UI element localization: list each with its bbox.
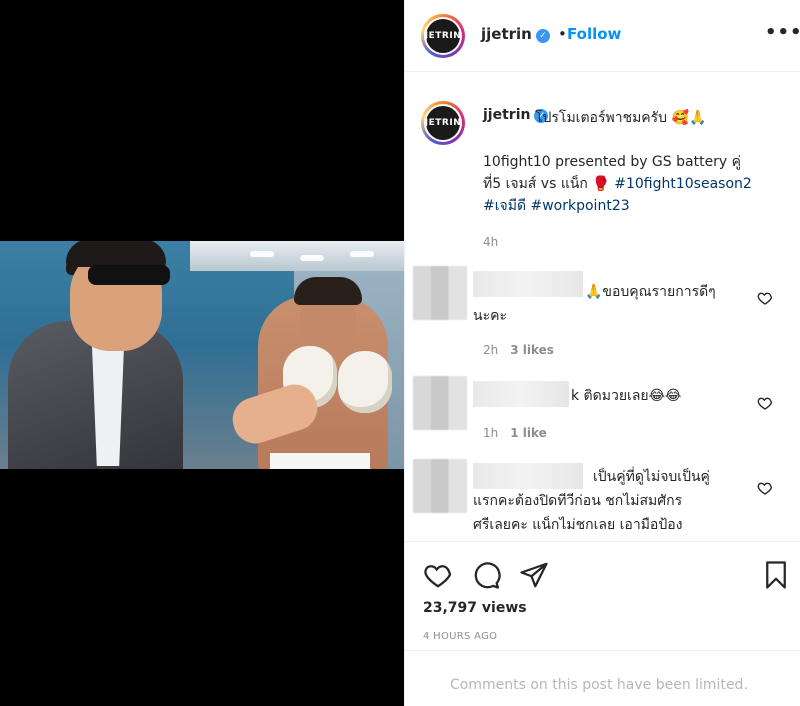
caption-line: #เจมีดี #workpoint23	[483, 195, 783, 217]
comment-text: แรกคะต้องปิดทีวีก่อน ชกไม่สมศักร	[473, 493, 683, 509]
post-media	[0, 0, 404, 706]
video-scene-light	[350, 251, 374, 257]
video-scene-light	[250, 251, 274, 257]
comment-avatar[interactable]	[413, 376, 467, 430]
comment-likes[interactable]: 3 likes	[510, 343, 554, 357]
comment-time[interactable]: 2h	[483, 343, 498, 357]
comment-avatar[interactable]	[413, 266, 467, 320]
caption-avatar[interactable]: JETRIN	[421, 101, 465, 145]
comment-icon[interactable]	[471, 560, 501, 590]
caption-text: ที่5 เจมส์ vs แน็ก 🥊	[483, 176, 615, 192]
separator-dot: •	[558, 25, 567, 43]
hashtag-link[interactable]: #10fight10season2	[614, 176, 752, 192]
post-header: JETRIN jjetrin ✓ • Follow •••	[405, 0, 800, 72]
comment-username-blurred[interactable]	[473, 463, 583, 489]
hashtag-link[interactable]: #workpoint23	[531, 198, 630, 214]
video-scene-boxer-hair	[294, 277, 362, 305]
post-timestamp[interactable]: 4 HOURS AGO	[423, 631, 497, 642]
header-username[interactable]: jjetrin ✓	[481, 25, 550, 43]
video-scene-glove	[338, 351, 392, 413]
video-scene-sunglasses	[88, 265, 170, 285]
comment-text: นะคะ	[473, 308, 507, 324]
caption-headline: โปรโมเตอร์พาชมครับ 🥰🙏	[535, 110, 707, 126]
comment-meta: 1h 1 like	[483, 426, 547, 440]
hashtag-link[interactable]: #เจมีดี	[483, 198, 526, 214]
comment-avatar[interactable]	[413, 459, 467, 513]
follow-button[interactable]: Follow	[567, 25, 621, 43]
heart-icon[interactable]	[423, 560, 453, 590]
bookmark-icon[interactable]	[761, 560, 791, 590]
comment-heart-icon[interactable]	[757, 290, 773, 306]
video-scene-trunks	[270, 453, 370, 469]
video-player[interactable]	[0, 241, 404, 469]
post-actions: 23,797 views 4 HOURS AGO Comments on thi…	[405, 541, 800, 706]
comment-heart-icon[interactable]	[757, 480, 773, 496]
comment-username-blurred[interactable]	[473, 271, 583, 297]
comment-text: 🙏ขอบคุณรายการดีๆ	[585, 284, 716, 300]
comment-meta: 2h 3 likes	[483, 343, 554, 357]
caption-username-text[interactable]: jjetrin	[483, 107, 530, 123]
avatar-logo: JETRIN	[425, 106, 461, 140]
caption-line: 10fight10 presented by GS battery คู่	[483, 154, 742, 170]
views-count[interactable]: 23,797 views	[423, 600, 527, 616]
verified-badge-icon: ✓	[535, 29, 550, 43]
more-options-icon[interactable]: •••	[765, 22, 800, 43]
caption-timestamp[interactable]: 4h	[483, 235, 498, 249]
avatar[interactable]: JETRIN	[421, 14, 465, 58]
comment-time[interactable]: 1h	[483, 426, 498, 440]
username-text[interactable]: jjetrin	[481, 25, 532, 43]
video-scene-man-hair-top	[66, 241, 166, 267]
post-sidebar: JETRIN jjetrin ✓ • Follow ••• JETRIN jjet…	[404, 0, 800, 706]
comment-likes[interactable]: 1 like	[510, 426, 547, 440]
comment-text: เป็นคู่ที่ดูไม่จบเป็นคู่	[593, 469, 710, 485]
comments-limited-notice: Comments on this post have been limited.	[405, 650, 800, 706]
caption-line: ที่5 เจมส์ vs แน็ก 🥊 #10fight10season2	[483, 173, 783, 195]
comments-list[interactable]: JETRIN jjetrin ✓ โปรโมเตอร์พาชมครับ 🥰🙏 10…	[405, 73, 800, 541]
caption-body: 10fight10 presented by GS battery คู่ ที…	[483, 151, 783, 217]
comment-username-blurred[interactable]	[473, 381, 569, 407]
share-icon[interactable]	[519, 560, 549, 590]
comment-heart-icon[interactable]	[757, 395, 773, 411]
video-scene-light	[300, 255, 324, 261]
comment-text: k ติดมวยเลย😂😂	[571, 388, 682, 404]
avatar-logo: JETRIN	[425, 19, 461, 53]
limited-text: Comments on this post have been limited.	[450, 677, 748, 693]
comment-text: ศรีเลยคะ แน็กไม่ชกเลย เอามือป้อง	[473, 517, 683, 533]
